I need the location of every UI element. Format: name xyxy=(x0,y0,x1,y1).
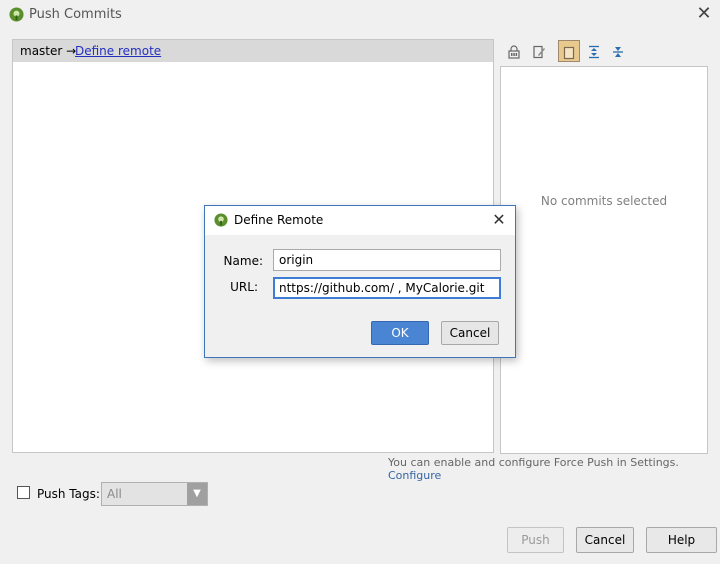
push-tags-label: Push Tags: xyxy=(37,487,100,501)
close-icon[interactable]: ✕ xyxy=(692,3,716,25)
branch-label: master → xyxy=(20,44,76,58)
branch-row[interactable]: master → Define remote xyxy=(13,40,493,62)
dropdown-arrow-icon[interactable]: ▼ xyxy=(187,483,207,505)
lock-icon[interactable] xyxy=(503,40,525,62)
help-button[interactable]: Help xyxy=(646,527,717,553)
window-title: Push Commits xyxy=(29,7,122,22)
android-studio-icon xyxy=(214,213,228,227)
name-input[interactable]: origin xyxy=(273,249,501,271)
ok-button[interactable]: OK xyxy=(371,321,429,345)
expand-all-icon[interactable] xyxy=(583,40,605,62)
push-tags-value: All xyxy=(107,487,122,501)
preview-icon[interactable] xyxy=(558,40,580,62)
android-studio-icon xyxy=(9,7,24,22)
branch-name: master xyxy=(20,44,63,58)
edit-icon[interactable] xyxy=(528,40,550,62)
push-tags-select[interactable]: All ▼ xyxy=(101,482,208,506)
force-push-hint: You can enable and configure Force Push … xyxy=(388,456,720,482)
dialog-title-bar: Define Remote ✕ xyxy=(205,206,515,235)
url-label: URL: xyxy=(230,280,258,294)
commit-details-panel: No commits selected xyxy=(500,66,708,454)
name-label: Name: xyxy=(223,254,263,268)
url-input[interactable]: nttps://github.com/ , MyCalorie.git xyxy=(273,277,501,299)
no-commits-text: No commits selected xyxy=(540,194,668,208)
dialog-close-icon[interactable]: ✕ xyxy=(489,209,509,231)
define-remote-link[interactable]: Define remote xyxy=(75,44,161,58)
push-tags-checkbox[interactable] xyxy=(17,486,30,499)
force-push-text: You can enable and configure Force Push … xyxy=(388,456,679,469)
cancel-button[interactable]: Cancel xyxy=(576,527,634,553)
define-remote-dialog: Define Remote ✕ Name: origin URL: nttps:… xyxy=(204,205,516,358)
collapse-all-icon[interactable] xyxy=(607,40,629,62)
dialog-cancel-button[interactable]: Cancel xyxy=(441,321,499,345)
push-button[interactable]: Push xyxy=(507,527,564,553)
dialog-title: Define Remote xyxy=(234,213,324,227)
configure-link[interactable]: Configure xyxy=(388,469,441,482)
title-bar: Push Commits ✕ xyxy=(0,0,720,30)
